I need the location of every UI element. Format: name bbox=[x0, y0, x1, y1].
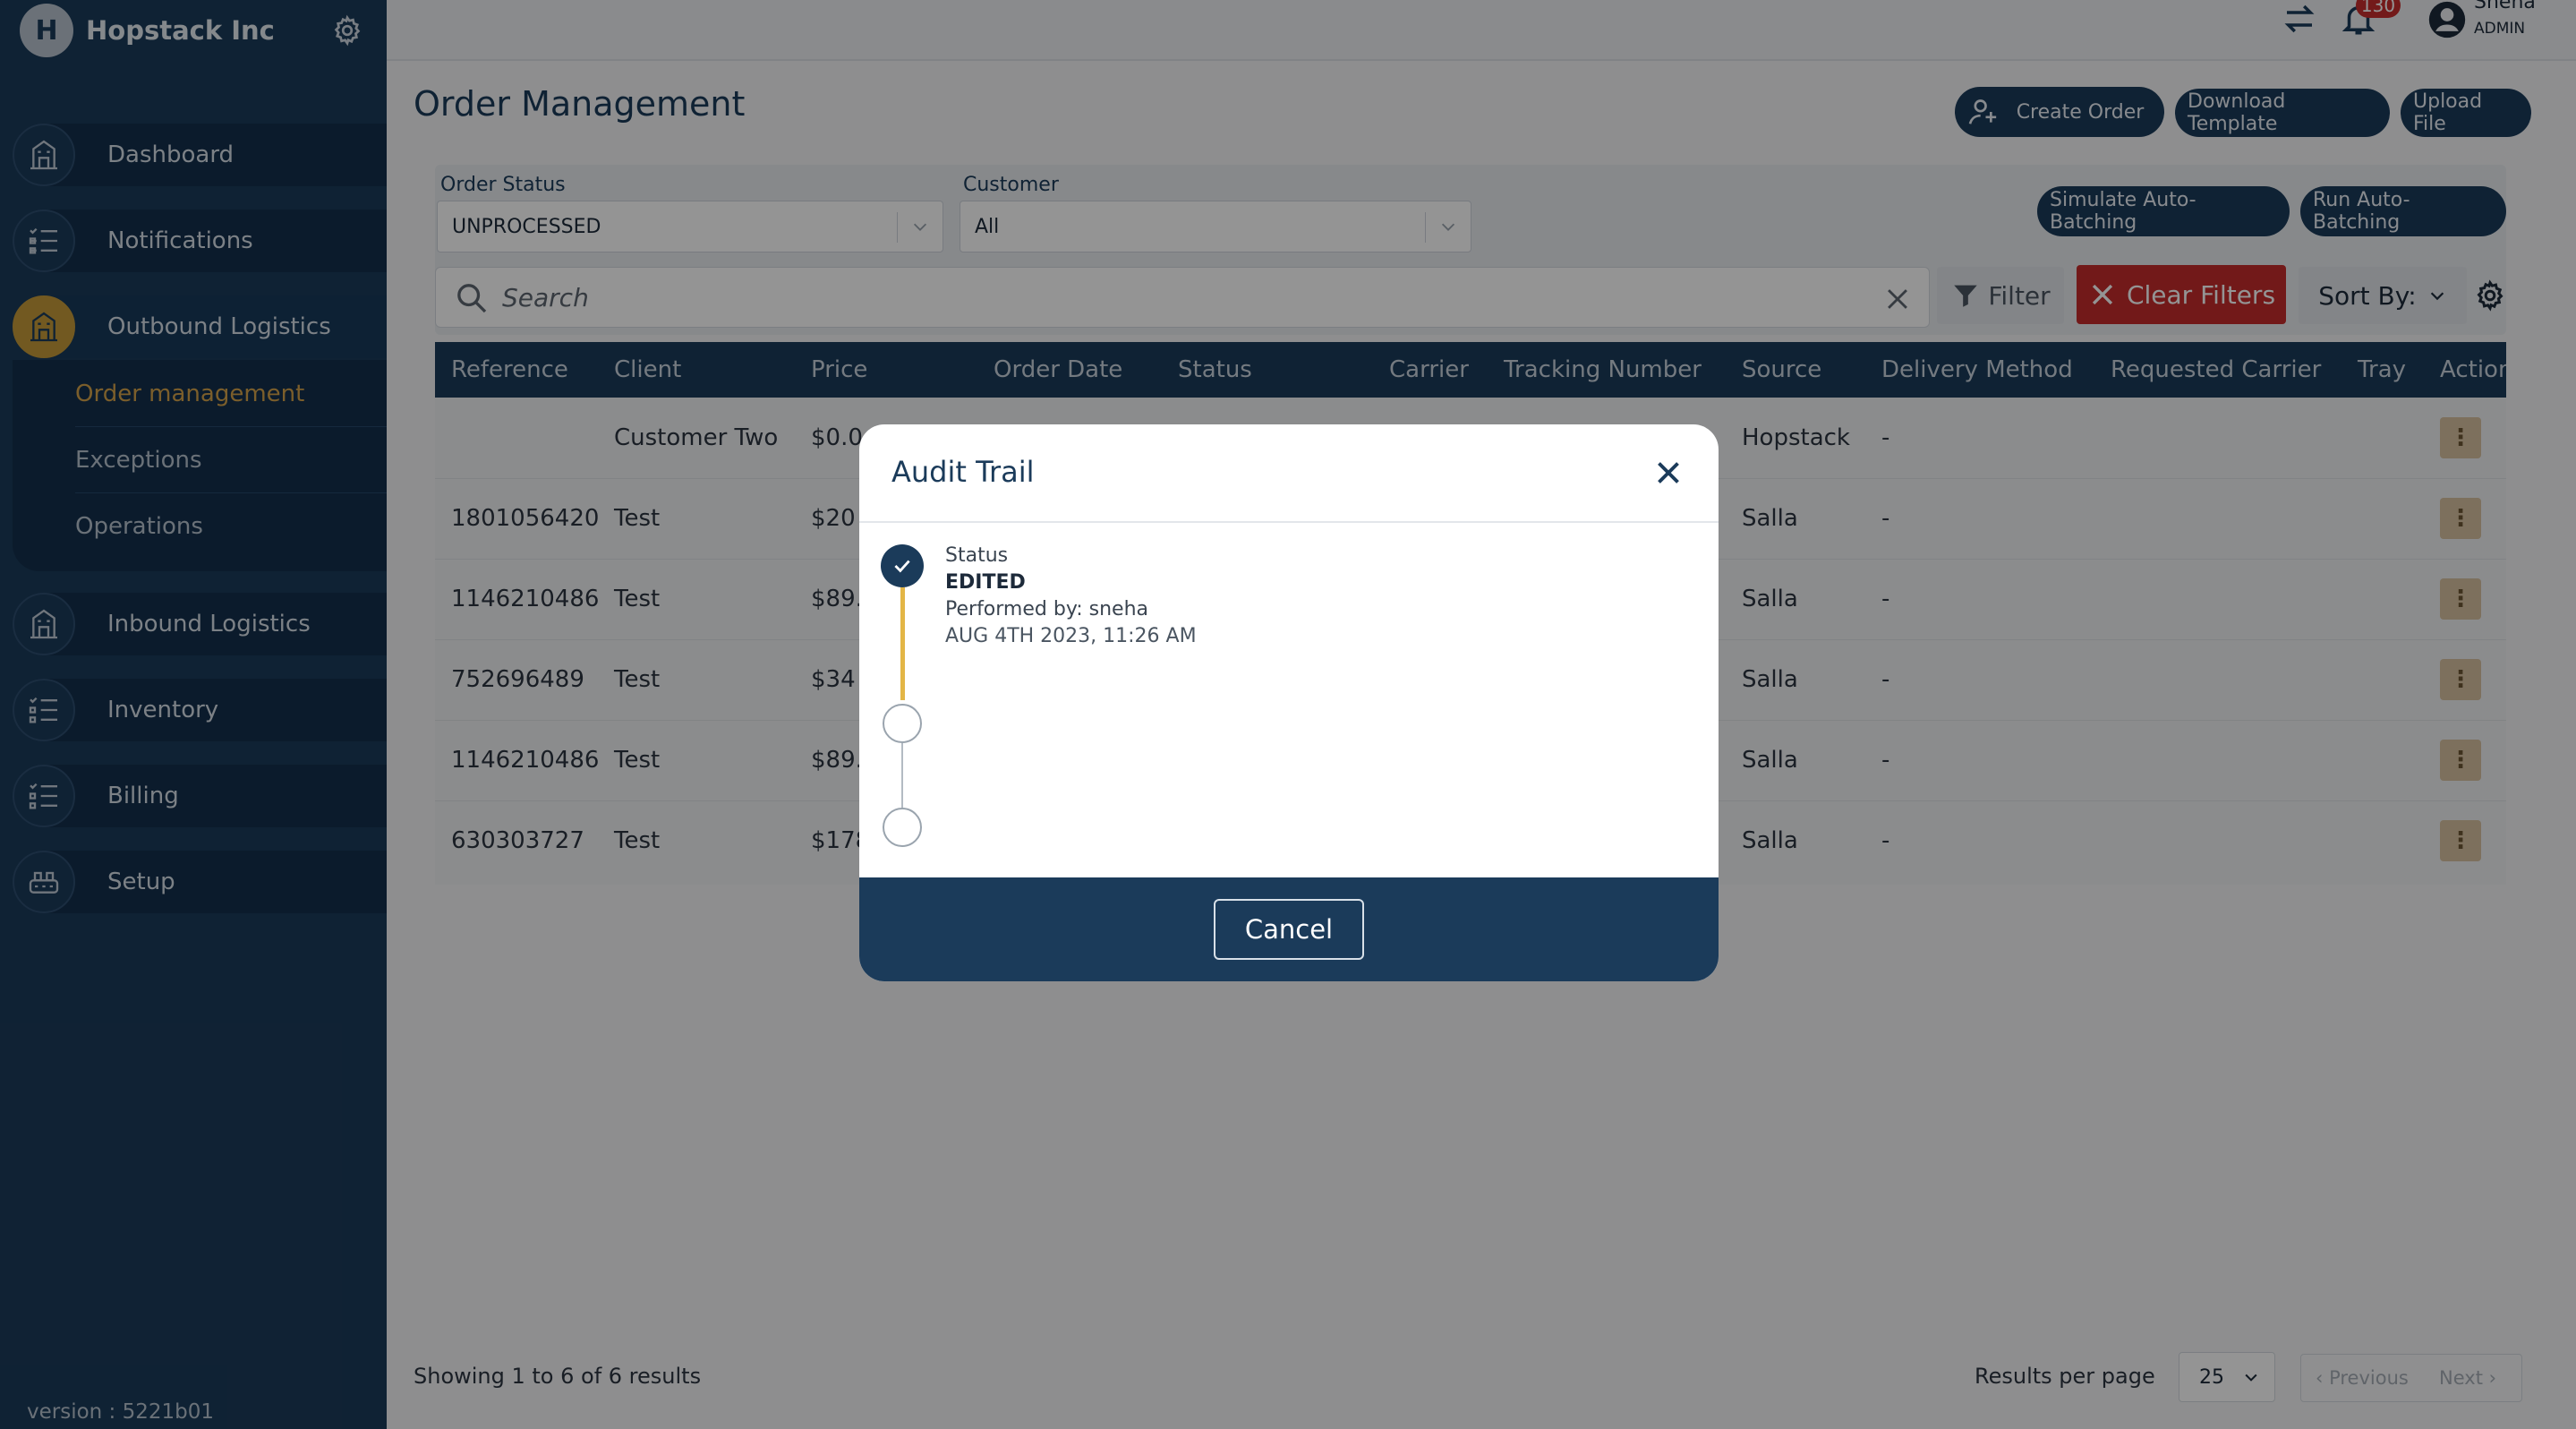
event-status: EDITED bbox=[945, 571, 1026, 594]
close-icon[interactable] bbox=[1652, 457, 1685, 489]
event-performed-by: Performed by: sneha bbox=[945, 598, 1149, 620]
timeline-empty-node bbox=[883, 704, 922, 743]
modal-divider bbox=[859, 521, 1719, 523]
timeline-empty-node bbox=[883, 808, 922, 847]
audit-trail-modal: Audit Trail Status EDITED Performed by: … bbox=[859, 424, 1719, 981]
event-date: AUG 4TH 2023, 11:26 AM bbox=[945, 625, 1197, 647]
timeline-connector bbox=[901, 743, 903, 808]
timeline-connector bbox=[900, 587, 905, 700]
timeline-check-icon bbox=[881, 544, 924, 587]
modal-title: Audit Trail bbox=[891, 455, 1035, 489]
cancel-button[interactable]: Cancel bbox=[1214, 899, 1364, 960]
event-label: Status bbox=[945, 544, 1009, 567]
